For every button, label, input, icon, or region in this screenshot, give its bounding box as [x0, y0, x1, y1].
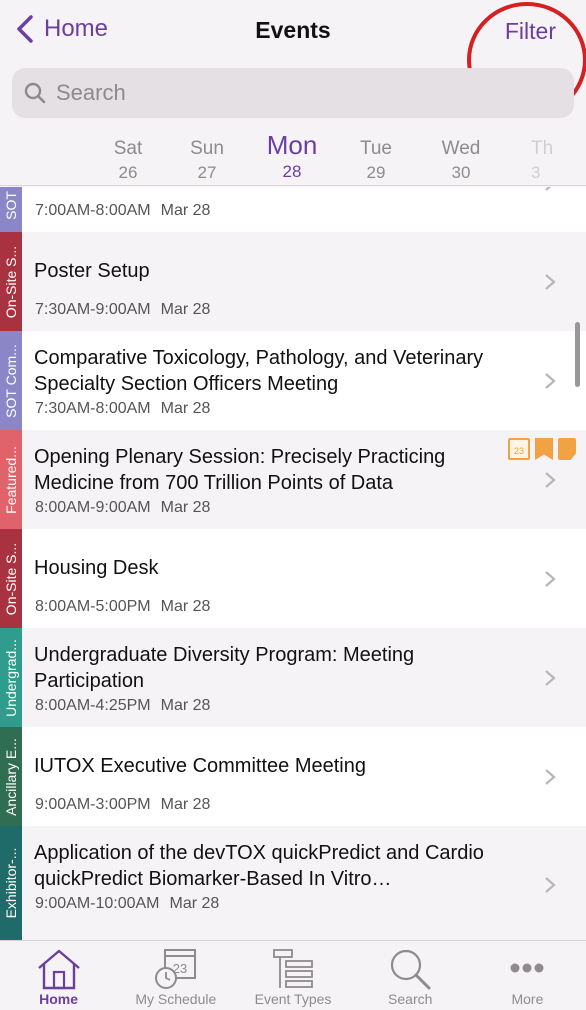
category-tag: On-Site S...	[0, 529, 22, 628]
chevron-right-icon	[545, 570, 556, 587]
chevron-right-icon	[545, 187, 551, 191]
chevron-right-icon	[545, 273, 556, 290]
search-icon	[24, 82, 46, 104]
event-time: 8:00AM-9:00AM Mar 28	[35, 499, 211, 516]
search-input[interactable]	[56, 80, 536, 106]
event-list[interactable]: SOT Com... 7:00AM-8:00AMMar 28 On-Site S…	[0, 187, 586, 940]
home-icon	[37, 949, 80, 990]
tab-label: Search	[388, 991, 433, 1007]
note-icon	[558, 438, 576, 460]
event-row[interactable]: On-Site S... Poster Setup 7:30AM-9:00AM M…	[0, 232, 586, 331]
tab-label: More	[511, 991, 544, 1007]
list-tree-icon	[273, 949, 313, 988]
day-selector: Sat 26 Sun 27 Mon 28 Tue 29 Wed 30 Th 3	[0, 128, 586, 186]
event-title: IUTOX Executive Committee Meeting	[34, 755, 366, 777]
search-bar[interactable]	[12, 68, 574, 118]
chevron-right-icon	[545, 877, 556, 893]
event-row[interactable]: Exhibitor-... Application of the devTOX …	[0, 826, 586, 940]
day-name: Mon	[266, 130, 318, 160]
chevron-right-icon	[545, 471, 556, 488]
event-title: Poster Setup	[34, 260, 150, 282]
tab-more[interactable]: More	[469, 941, 586, 1010]
day-name: Th	[531, 138, 554, 159]
event-time: 8:00AM-5:00PM Mar 28	[35, 598, 211, 615]
tab-home[interactable]: Home	[0, 941, 117, 1010]
category-tag: SOT Com...	[0, 187, 22, 232]
day-date: 28	[282, 162, 302, 181]
day-wed[interactable]: Wed 30	[421, 128, 501, 183]
tab-my-schedule[interactable]: 23 My Schedule	[117, 941, 234, 1010]
calendar-clock-icon: 23	[154, 949, 196, 989]
event-title: Undergraduate Diversity Program: Meeting…	[34, 644, 415, 692]
tab-label: Event Types	[254, 991, 332, 1007]
event-title: Opening Plenary Session: Precisely Pract…	[34, 446, 446, 494]
tab-search[interactable]: Search	[352, 941, 469, 1010]
search-icon	[391, 949, 431, 990]
event-row[interactable]: SOT Com... 7:00AM-8:00AMMar 28	[0, 187, 586, 232]
tab-label: My Schedule	[135, 991, 217, 1007]
day-sat[interactable]: Sat 26	[88, 128, 168, 183]
day-name: Sat	[113, 138, 143, 159]
category-tag: Ancillary E...	[0, 727, 22, 826]
event-badges: 23	[508, 438, 576, 460]
filter-button[interactable]: Filter	[505, 18, 556, 45]
event-row[interactable]: Featured... Opening Plenary Session: Pre…	[0, 430, 586, 529]
event-row[interactable]: Undergrad... Undergraduate Diversity Pro…	[0, 628, 586, 727]
more-icon	[510, 963, 544, 973]
category-tag: Featured...	[0, 430, 22, 529]
chevron-right-icon	[545, 669, 556, 686]
event-title: Housing Desk	[34, 557, 159, 579]
day-date: 30	[451, 163, 471, 182]
event-time: 7:00AM-8:00AM Mar 28	[35, 202, 211, 219]
nav-bar: Home Events Filter	[0, 0, 586, 62]
scrollbar[interactable]	[575, 322, 580, 387]
day-tue[interactable]: Tue 29	[336, 128, 416, 183]
event-row[interactable]: Ancillary E... IUTOX Executive Committee…	[0, 727, 586, 826]
chevron-right-icon	[545, 372, 556, 389]
day-date: 3	[531, 163, 541, 182]
back-button[interactable]: Home	[14, 14, 108, 44]
calendar-icon: 23	[508, 438, 530, 460]
event-title: Application of the devTOX quickPredict a…	[34, 842, 484, 890]
event-row[interactable]: SOT Com... Comparative Toxicology, Patho…	[0, 322, 586, 430]
day-date: 29	[366, 163, 386, 182]
bookmark-icon	[535, 438, 553, 460]
day-mon[interactable]: Mon 28	[252, 128, 332, 182]
category-tag: Exhibitor-...	[0, 826, 22, 940]
day-name: Wed	[441, 138, 481, 159]
event-time: 7:30AM-9:00AM Mar 28	[35, 301, 211, 318]
tab-label: Home	[39, 991, 79, 1007]
back-label: Home	[44, 15, 109, 42]
day-name: Sun	[190, 138, 224, 159]
category-tag: On-Site S...	[0, 232, 22, 331]
day-date: 27	[197, 163, 217, 182]
tab-bar: Home 23 My Schedule Event Types Search M…	[0, 940, 586, 1010]
event-row[interactable]: On-Site S... Housing Desk 8:00AM-5:00PM M…	[0, 529, 586, 628]
event-title: Comparative Toxicology, Pathology, and V…	[34, 347, 484, 395]
day-name: Tue	[359, 138, 393, 159]
category-tag: Undergrad...	[0, 628, 22, 727]
event-time: 7:30AM-8:00AM Mar 28	[35, 400, 211, 417]
category-tag: SOT Com...	[0, 331, 22, 430]
chevron-right-icon	[545, 768, 556, 785]
chevron-left-icon	[17, 15, 33, 43]
event-time: 9:00AM-10:00AM Mar 28	[35, 895, 220, 912]
event-time: 9:00AM-3:00PM Mar 28	[35, 796, 211, 813]
tab-event-types[interactable]: Event Types	[234, 941, 351, 1010]
event-time: 8:00AM-4:25PM Mar 28	[35, 697, 211, 714]
day-date: 26	[118, 163, 138, 182]
day-thu[interactable]: Th 3	[531, 128, 571, 183]
day-sun[interactable]: Sun 27	[167, 128, 247, 183]
